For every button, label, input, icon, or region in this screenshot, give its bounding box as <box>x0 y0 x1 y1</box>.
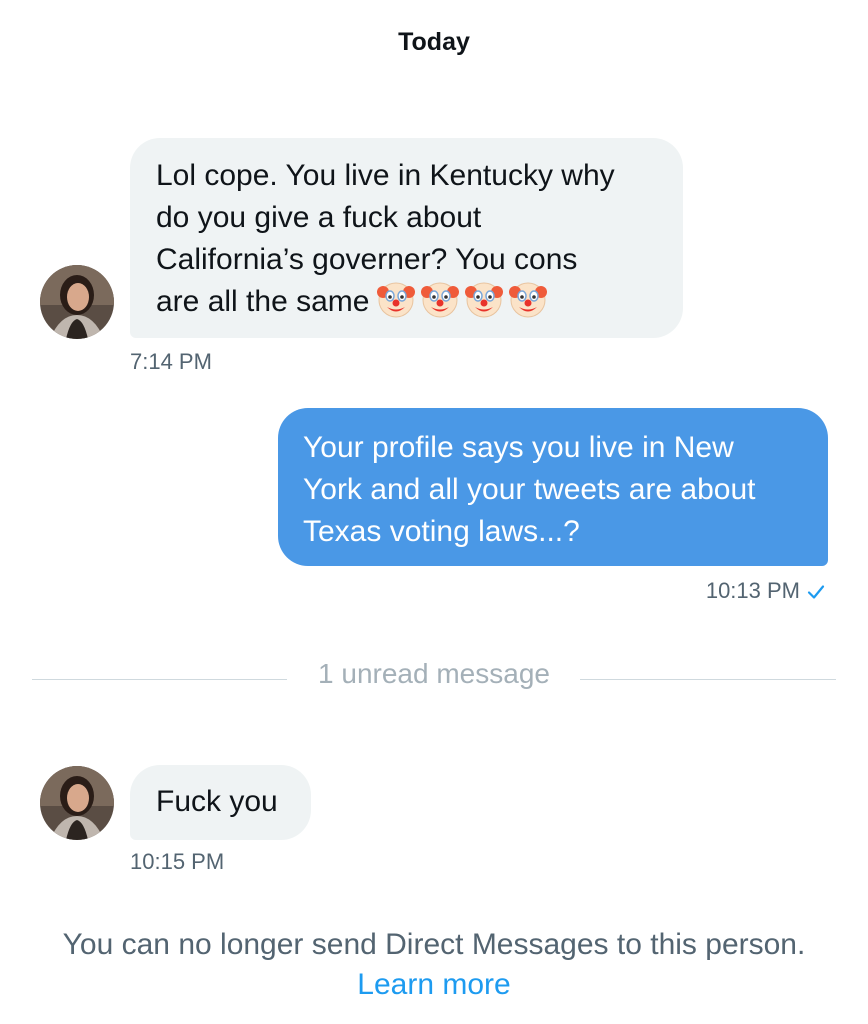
divider-line-right <box>580 679 836 680</box>
message-text-line: Your profile says you live in New <box>303 431 734 464</box>
message-text-line: are all the same <box>156 285 370 318</box>
clown-face-icon <box>509 282 548 318</box>
avatar-photo <box>40 265 114 339</box>
dm-blocked-notice: You can no longer send Direct Messages t… <box>62 928 806 961</box>
message-bubble-received[interactable]: Fuck you <box>130 765 311 840</box>
emoji-row <box>377 280 548 318</box>
avatar[interactable] <box>40 265 114 339</box>
message-text-line: Texas voting laws...? <box>303 515 580 548</box>
clown-face-icon <box>465 282 504 318</box>
message-bubble-received[interactable]: Lol cope. You live in Kentucky why do yo… <box>130 138 683 338</box>
message-status-row: 10:13 PM <box>706 578 826 604</box>
message-text-line: Lol cope. You live in Kentucky why <box>156 159 615 192</box>
message-text-line: do you give a fuck about <box>156 201 482 234</box>
read-check-icon <box>807 585 825 599</box>
message-timestamp: 10:15 PM <box>130 849 225 874</box>
message-bubble-sent[interactable]: Your profile says you live in New York a… <box>278 408 828 566</box>
clown-face-icon <box>421 282 460 318</box>
message-timestamp: 7:14 PM <box>130 349 212 374</box>
avatar-photo <box>40 766 114 840</box>
unread-divider-label: 1 unread message <box>318 658 550 689</box>
avatar[interactable] <box>40 766 114 840</box>
clown-face-icon <box>377 282 416 318</box>
message-text-line: Fuck you <box>156 785 278 818</box>
message-timestamp: 10:13 PM <box>705 578 800 603</box>
learn-more-link[interactable]: Learn more <box>0 968 868 1002</box>
message-text-line: California’s governer? You cons <box>156 243 578 276</box>
message-text-line: York and all your tweets are about <box>303 473 756 506</box>
date-header: Today <box>398 28 470 56</box>
